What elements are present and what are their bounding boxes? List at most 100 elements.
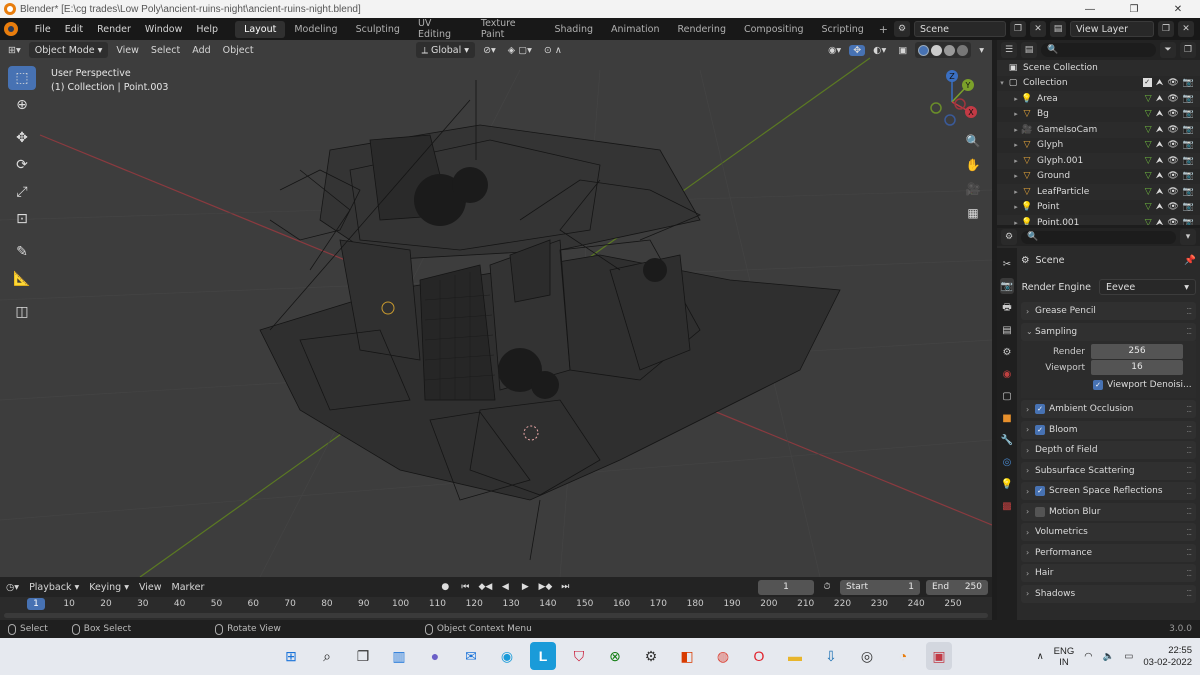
tab-compositing[interactable]: Compositing bbox=[735, 21, 813, 38]
expand-item-icon[interactable]: ▸ bbox=[997, 203, 1021, 211]
tool-tab-icon[interactable]: ✂ bbox=[1000, 256, 1014, 272]
app-l-icon[interactable]: L bbox=[530, 642, 556, 670]
camera-view-icon[interactable]: 🎥 bbox=[962, 180, 984, 198]
scale-tool-icon[interactable]: ⤢ bbox=[8, 180, 36, 204]
tab-animation[interactable]: Animation bbox=[602, 21, 668, 38]
drag-handle-icon[interactable]: ⁚⁚⁚ bbox=[1186, 466, 1192, 475]
task-view-icon[interactable]: ❐ bbox=[350, 642, 376, 670]
select-icon[interactable]: ⮝ bbox=[1156, 140, 1164, 150]
render-icon[interactable]: 📷 bbox=[1183, 109, 1194, 119]
panel-subsurface-scattering[interactable]: › Subsurface Scattering ⁚⁚⁚ bbox=[1021, 461, 1196, 480]
drag-handle-icon[interactable]: ⁚⁚⁚ bbox=[1186, 569, 1192, 578]
expand-item-icon[interactable]: ▸ bbox=[997, 219, 1021, 225]
teams-chat-icon[interactable]: ● bbox=[422, 642, 448, 670]
remove-view-layer-icon[interactable]: ✕ bbox=[1178, 21, 1194, 37]
select-icon[interactable]: ⮝ bbox=[1156, 218, 1164, 225]
panel-shadows[interactable]: › Shadows ⁚⁚⁚ bbox=[1021, 584, 1196, 603]
physics-tab-icon[interactable]: ◎ bbox=[1000, 454, 1014, 470]
data-link-icon[interactable]: ▽ bbox=[1145, 140, 1152, 150]
solid-shading-icon[interactable] bbox=[931, 44, 943, 56]
eye-icon[interactable]: 👁 bbox=[1167, 125, 1178, 135]
pivot-icon[interactable]: ⊘▾ bbox=[479, 45, 500, 56]
view-layer-icon[interactable]: ▤ bbox=[1050, 21, 1066, 37]
maximize-button[interactable]: ❐ bbox=[1112, 4, 1156, 15]
select-icon[interactable]: ⮝ bbox=[1156, 78, 1164, 88]
end-frame-field[interactable]: End 250 bbox=[926, 579, 988, 595]
data-link-icon[interactable]: ▽ bbox=[1145, 109, 1152, 119]
properties-search-input[interactable]: 🔍 bbox=[1021, 230, 1176, 244]
select-icon[interactable]: ⮝ bbox=[1156, 94, 1164, 104]
outliner-item[interactable]: ▸ 💡 Area ▽ ⮝ 👁 📷 bbox=[997, 91, 1200, 107]
eye-icon[interactable]: 👁 bbox=[1167, 187, 1178, 197]
expand-collection-icon[interactable]: ▾ bbox=[997, 79, 1007, 87]
eye-icon[interactable]: 👁 bbox=[1167, 140, 1178, 150]
start-icon[interactable]: ⊞ bbox=[278, 642, 304, 670]
collection-row[interactable]: ▾ ▢ Collection ✓ ⮝ 👁 📷 bbox=[997, 76, 1200, 92]
expand-item-icon[interactable]: ▸ bbox=[997, 110, 1021, 118]
menu-help[interactable]: Help bbox=[189, 24, 225, 35]
data-link-icon[interactable]: ▽ bbox=[1145, 202, 1152, 212]
panel-hair[interactable]: › Hair ⁚⁚⁚ bbox=[1021, 564, 1196, 582]
menu-object[interactable]: Object bbox=[219, 45, 258, 56]
view-layer-tab-icon[interactable]: ▤ bbox=[1000, 322, 1014, 338]
filter-icon[interactable]: ⏷ bbox=[1160, 42, 1176, 58]
tab-rendering[interactable]: Rendering bbox=[668, 21, 735, 38]
menu-view[interactable]: View bbox=[112, 45, 143, 56]
tab-sculpting[interactable]: Sculpting bbox=[347, 21, 409, 38]
current-frame-field[interactable]: 1 bbox=[758, 579, 814, 595]
panel-sampling[interactable]: ⌄ Sampling ⁚⁚⁚ bbox=[1021, 322, 1196, 341]
render-icon[interactable]: 📷 bbox=[1183, 156, 1194, 166]
tab-layout[interactable]: Layout bbox=[235, 20, 286, 38]
eye-icon[interactable]: 👁 bbox=[1167, 109, 1178, 119]
collection-checkbox-icon[interactable]: ✓ bbox=[1142, 78, 1152, 88]
drag-handle-icon[interactable]: ⁚⁚⁚ bbox=[1186, 307, 1192, 316]
outliner-search-input[interactable]: 🔍 bbox=[1041, 43, 1156, 57]
tab-uv-editing[interactable]: UV Editing bbox=[409, 15, 472, 43]
next-keyframe-icon[interactable]: ▶◆ bbox=[538, 580, 552, 594]
outliner-item[interactable]: ▸ 🎥 GameIsoCam ▽ ⮝ 👁 📷 bbox=[997, 122, 1200, 138]
display-mode-icon[interactable]: ▤ bbox=[1021, 42, 1037, 58]
menu-marker[interactable]: Marker bbox=[170, 582, 207, 593]
render-icon[interactable]: 📷 bbox=[1183, 125, 1194, 135]
search-icon[interactable]: ⌕ bbox=[314, 642, 340, 670]
play-reverse-icon[interactable]: ◀ bbox=[498, 580, 512, 594]
navigation-gizmo[interactable]: Z Y X bbox=[920, 68, 984, 132]
transform-tool-icon[interactable]: ⊡ bbox=[8, 207, 36, 231]
xray-icon[interactable]: ▣ bbox=[894, 45, 911, 56]
viewport-denoise-row[interactable]: ✓ Viewport Denoisi... bbox=[1021, 376, 1196, 394]
select-icon[interactable]: ⮝ bbox=[1156, 202, 1164, 212]
tray-overflow-icon[interactable]: ∧ bbox=[1037, 651, 1044, 662]
modifier-tab-icon[interactable]: 🔧 bbox=[1000, 432, 1014, 448]
jump-start-icon[interactable]: ⏮ bbox=[458, 580, 472, 594]
mail-icon[interactable]: ✉ bbox=[458, 642, 484, 670]
render-icon[interactable]: 📷 bbox=[1183, 78, 1194, 88]
scene-tab-icon[interactable]: ⚙ bbox=[1000, 344, 1014, 360]
volume-icon[interactable]: 🔈 bbox=[1103, 651, 1115, 662]
proportional-edit-icon[interactable]: ⊙ ∧ bbox=[540, 45, 566, 56]
render-icon[interactable]: 📷 bbox=[1183, 187, 1194, 197]
material-shading-icon[interactable] bbox=[944, 44, 956, 56]
drag-handle-icon[interactable]: ⁚⁚⁚ bbox=[1186, 327, 1192, 336]
pin-icon[interactable]: 📌 bbox=[1184, 255, 1196, 266]
options-icon[interactable]: ▾ bbox=[1180, 229, 1196, 245]
outliner-item[interactable]: ▸ ▽ Glyph ▽ ⮝ 👁 📷 bbox=[997, 138, 1200, 154]
drag-handle-icon[interactable]: ⁚⁚⁚ bbox=[1186, 548, 1192, 557]
tab-modeling[interactable]: Modeling bbox=[285, 21, 346, 38]
office-icon[interactable]: ◧ bbox=[674, 642, 700, 670]
mcafee-icon[interactable]: ⛉ bbox=[566, 642, 592, 670]
panel-performance[interactable]: › Performance ⁚⁚⁚ bbox=[1021, 543, 1196, 562]
chrome-icon[interactable]: ◍ bbox=[710, 642, 736, 670]
eye-icon[interactable]: 👁 bbox=[1167, 171, 1178, 181]
select-icon[interactable]: ⮝ bbox=[1156, 171, 1164, 181]
object-tab-icon[interactable]: ■ bbox=[1000, 410, 1014, 426]
start-frame-field[interactable]: Start 1 bbox=[840, 579, 920, 595]
properties-editor-icon[interactable]: ⚙ bbox=[1001, 229, 1017, 245]
menu-playback[interactable]: Playback ▾ bbox=[27, 582, 81, 593]
wireframe-shading-icon[interactable] bbox=[918, 44, 930, 56]
blender-window-icon[interactable]: ▣ bbox=[926, 642, 952, 670]
play-icon[interactable]: ▶ bbox=[518, 580, 532, 594]
stopwatch-icon[interactable]: ⏱ bbox=[820, 580, 834, 594]
outliner-item[interactable]: ▸ ▽ Ground ▽ ⮝ 👁 📷 bbox=[997, 169, 1200, 185]
eye-icon[interactable]: 👁 bbox=[1167, 202, 1178, 212]
texture-tab-icon[interactable]: ▩ bbox=[1000, 498, 1014, 514]
